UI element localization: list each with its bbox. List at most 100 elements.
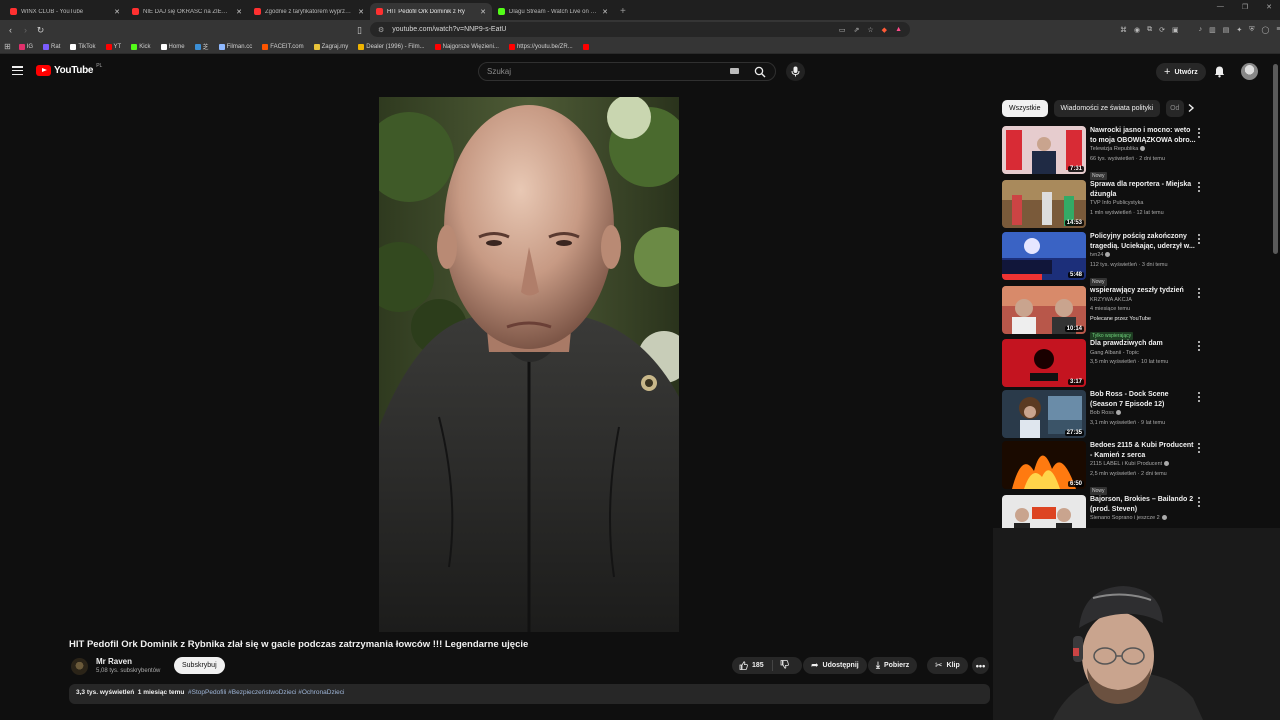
restore-icon[interactable]: ❐ — [1242, 3, 1248, 11]
recommended-video[interactable]: 6:50 Bedoes 2115 & Kubi Producent - Kamie… — [1002, 441, 1207, 495]
more-vertical-icon[interactable] — [1198, 443, 1201, 453]
apps-grid-icon[interactable]: ⊞ — [4, 42, 11, 51]
recommended-video[interactable]: 10:14 wspierawjący zeszły tydzień KRZYWA A… — [1002, 286, 1207, 340]
video-thumbnail[interactable]: 3:17 — [1002, 339, 1086, 387]
new-tab-button[interactable]: + — [620, 3, 626, 20]
bookmark-item[interactable]: Najgorsze Więzieni... — [434, 43, 499, 50]
browser-tab[interactable]: NIE DAJ się OKRAŚĆ na ZIEMNIAKACH ✕ — [126, 3, 248, 20]
recommended-channel[interactable]: TVP Info Publicystyka — [1090, 199, 1196, 209]
recommended-channel[interactable]: tvn24 — [1090, 251, 1196, 261]
recommended-title[interactable]: Dla prawdziwych dam — [1090, 339, 1196, 349]
dislike-button[interactable] — [773, 660, 796, 671]
back-icon[interactable]: ‹ — [3, 25, 18, 35]
browser-tab[interactable]: WINX CLUB - YouTube ✕ — [4, 3, 126, 20]
more-vertical-icon[interactable] — [1198, 392, 1201, 402]
video-thumbnail[interactable]: 10:14 — [1002, 286, 1086, 334]
rewards-icon[interactable]: ▲ — [895, 26, 902, 34]
video-player[interactable] — [379, 97, 679, 632]
bookmark-item[interactable]: YT — [105, 43, 121, 50]
reload-icon[interactable]: ↻ — [33, 25, 48, 36]
recommended-channel[interactable]: 2115 LABEL i Kubi Producent — [1090, 460, 1196, 470]
recommended-title[interactable]: Bajorson, Brokies – Bailando 2 (prod. St… — [1090, 495, 1196, 514]
hamburger-menu-icon[interactable] — [12, 66, 23, 75]
like-button[interactable]: 185 — [732, 660, 773, 671]
filter-chip[interactable]: Od — [1166, 100, 1185, 117]
keyboard-icon[interactable] — [730, 68, 739, 74]
recommended-title[interactable]: Bedoes 2115 & Kubi Producent - Kamień z … — [1090, 441, 1196, 460]
bookmark-item[interactable]: Dealer (1996) - Film... — [358, 43, 425, 50]
chevron-right-icon[interactable] — [1186, 103, 1196, 113]
bookmark-item[interactable]: Kick — [131, 43, 151, 50]
hashtags[interactable]: #StopPedofili #BezpieczeństwoDzieci #Och… — [188, 689, 344, 696]
bookmark-item[interactable]: Rat — [43, 43, 60, 50]
tab-close-icon[interactable]: ✕ — [358, 8, 364, 16]
share-page-icon[interactable]: ⇗ — [854, 26, 860, 34]
recommended-channel[interactable]: Telewizja Republika — [1090, 145, 1196, 155]
video-thumbnail[interactable]: 14:53 — [1002, 180, 1086, 228]
more-vertical-icon[interactable] — [1198, 497, 1201, 507]
video-thumbnail[interactable]: 5:48 — [1002, 232, 1086, 280]
video-thumbnail[interactable] — [1002, 495, 1086, 528]
wallet-icon[interactable]: ▤ — [1223, 26, 1230, 34]
browser-menu-icon[interactable]: ≡ — [1276, 26, 1280, 34]
scrollbar-thumb[interactable] — [1273, 64, 1278, 254]
screenshot-icon[interactable]: ▣ — [1172, 26, 1179, 34]
bookmark-item[interactable]: Filman.cc — [218, 43, 252, 50]
star-icon[interactable]: ☆ — [867, 26, 873, 34]
extension-icon[interactable]: ⧉ — [1147, 26, 1152, 34]
recommended-title[interactable]: wspierawjący zeszły tydzień — [1090, 286, 1196, 296]
bookmark-item[interactable]: Home — [160, 43, 185, 50]
filter-chip[interactable]: Wszystkie — [1002, 100, 1048, 117]
description-box[interactable]: 3,3 tys. wyświetleń 1 miesiąc temu #Stop… — [69, 684, 990, 704]
tab-close-icon[interactable]: ✕ — [114, 8, 120, 16]
vpn-icon[interactable]: ⌘ — [1120, 26, 1127, 34]
audio-icon[interactable]: ◉ — [1134, 26, 1140, 34]
recommended-video[interactable]: 3:17 Dla prawdziwych dam Gang Albanii - To… — [1002, 339, 1207, 389]
voice-search-button[interactable] — [786, 62, 805, 81]
more-vertical-icon[interactable] — [1198, 288, 1201, 298]
more-vertical-icon[interactable] — [1198, 341, 1201, 351]
browser-tab[interactable]: Zgodnie z taryfikatorem wyprzeda ✕ — [248, 3, 370, 20]
download-button[interactable]: ⤓ Pobierz — [868, 657, 918, 674]
video-thumbnail[interactable]: 6:50 — [1002, 441, 1086, 489]
create-button[interactable]: + Utwórz — [1156, 63, 1206, 81]
search-icon[interactable] — [754, 66, 766, 78]
recommended-video[interactable]: 14:53 Sprawa dla reportera - Miejska dżun… — [1002, 180, 1207, 230]
more-vertical-icon[interactable] — [1198, 234, 1201, 244]
recommended-video[interactable]: 27:35 Bob Ross - Dock Scene (Season 7 Epi… — [1002, 390, 1207, 440]
tab-close-icon[interactable]: ✕ — [480, 8, 486, 16]
recommended-video[interactable]: 5:48 Policyjny pościg zakończony tragedią… — [1002, 232, 1207, 286]
site-info-icon[interactable]: ⚙ — [378, 26, 384, 34]
more-vertical-icon[interactable] — [1198, 128, 1201, 138]
more-vertical-icon[interactable] — [1198, 182, 1201, 192]
bookmark-item[interactable]: https://youtu.be/ZR... — [508, 43, 573, 50]
bookmark-icon[interactable]: ▯ — [352, 25, 367, 36]
recommended-channel[interactable]: Gang Albanii - Topic — [1090, 349, 1196, 359]
channel-avatar[interactable] — [71, 658, 88, 675]
recommended-video[interactable]: 7:31 Nawrocki jasno i mocno: weto to moja… — [1002, 126, 1207, 180]
browser-tab[interactable]: HIT Pedofil Ork Dominik z Ry ✕ — [370, 3, 492, 20]
browser-tab[interactable]: Dlagu Stream - Watch Live on Kick ✕ — [492, 3, 614, 20]
recommended-title[interactable]: Policyjny pościg zakończony tragedią. Uc… — [1090, 232, 1196, 251]
tab-close-icon[interactable]: ✕ — [236, 8, 242, 16]
recommended-title[interactable]: Sprawa dla reportera - Miejska dżungla — [1090, 180, 1196, 199]
notifications-bell-icon[interactable] — [1213, 65, 1226, 78]
brave-shield-icon[interactable]: ◆ — [882, 26, 887, 34]
video-thumbnail[interactable]: 7:31 — [1002, 126, 1086, 174]
filter-chip[interactable]: Wiadomości ze świata polityki — [1053, 100, 1161, 117]
recommended-title[interactable]: Nawrocki jasno i mocno: weto to moja OBO… — [1090, 126, 1196, 145]
youtube-logo[interactable]: YouTube PL — [36, 63, 102, 76]
bookmark-item[interactable]: Zagraj.my — [313, 43, 348, 50]
recommended-title[interactable]: Bob Ross - Dock Scene (Season 7 Episode … — [1090, 390, 1196, 409]
recommended-video[interactable]: Bajorson, Brokies – Bailando 2 (prod. St… — [1002, 495, 1207, 528]
recommended-channel[interactable]: Bob Ross — [1090, 409, 1196, 419]
shield-icon[interactable]: ⛨ — [1249, 26, 1254, 34]
forward-icon[interactable]: › — [18, 25, 33, 35]
tab-close-icon[interactable]: ✕ — [602, 8, 608, 16]
more-actions-button[interactable]: ••• — [972, 657, 989, 674]
clip-button[interactable]: ✂ Klip — [927, 657, 968, 674]
puzzle-icon[interactable]: ✦ — [1236, 26, 1242, 34]
search-input[interactable] — [487, 67, 717, 76]
subscribe-button[interactable]: Subskrybuj — [174, 657, 225, 674]
recommended-channel[interactable]: Sienano Soprano i jeszcze 2 — [1090, 514, 1196, 524]
